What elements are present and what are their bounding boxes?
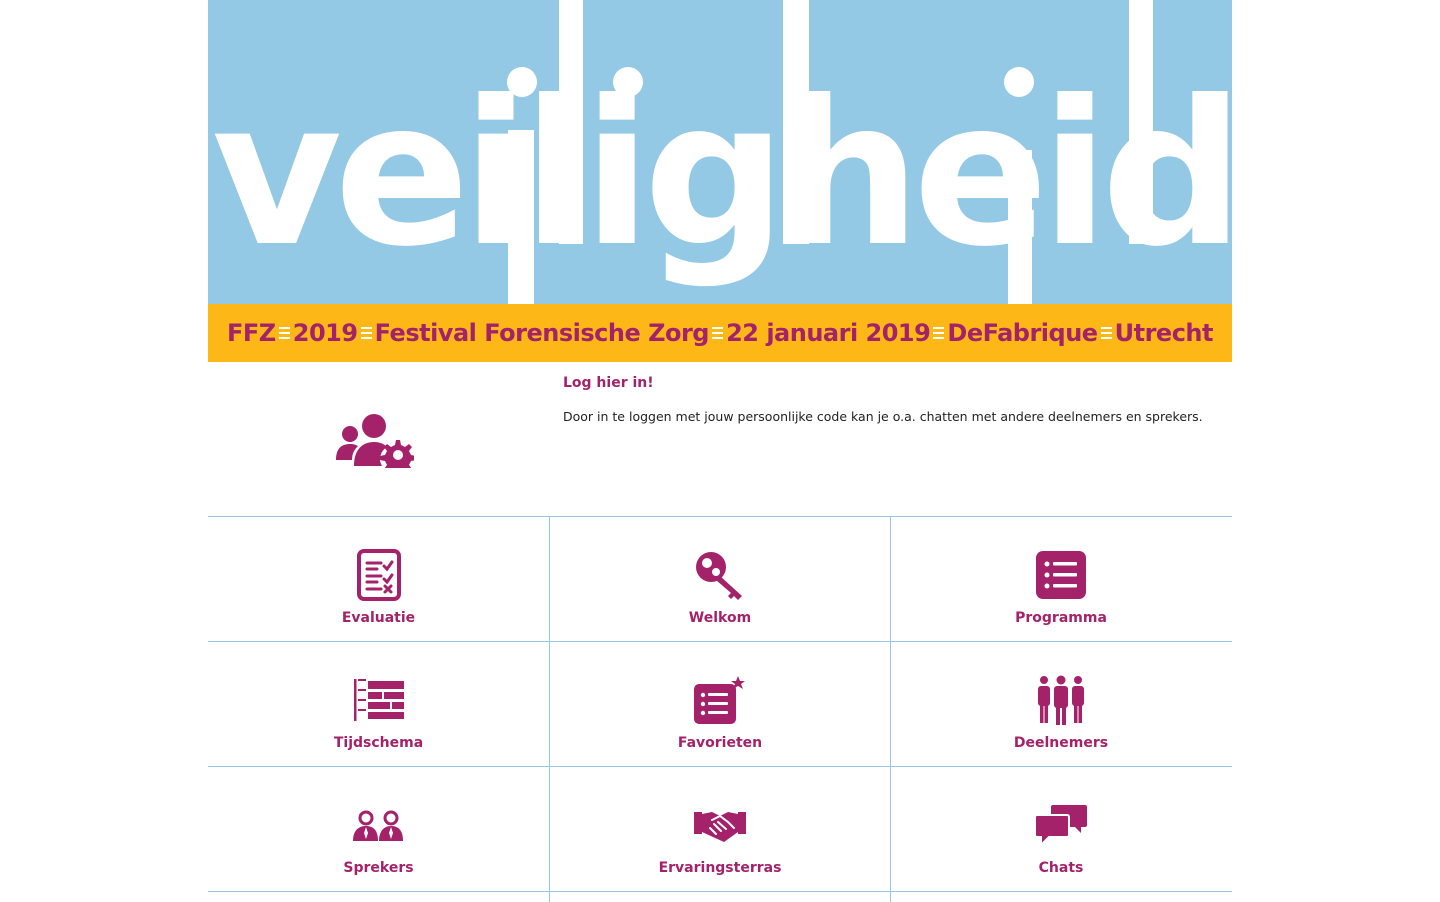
festival-band: FFZ 2019 Festival Forensische Zorg 22 ja… [208, 304, 1232, 362]
separator-icon [360, 327, 372, 339]
chat-icon [1031, 797, 1091, 853]
handshake-icon [690, 797, 750, 853]
hero-banner: veiligheid [208, 0, 1232, 304]
tile-ervaringsterras[interactable]: Ervaringsterras [549, 767, 890, 891]
people-icon [1031, 672, 1091, 728]
login-section[interactable]: Log hier in! Door in te loggen met jouw … [208, 362, 1232, 516]
band-item-festival: Festival Forensische Zorg [374, 319, 710, 347]
tile-next[interactable] [208, 892, 549, 902]
tile-label: Welkom [688, 610, 752, 626]
tile-chats[interactable]: Chats [890, 767, 1231, 891]
separator-icon [1100, 327, 1112, 339]
band-item-year: 2019 [292, 319, 358, 347]
key-icon [690, 547, 750, 603]
users-gear-icon[interactable] [336, 412, 416, 476]
band-item-date: 22 januari 2019 [726, 319, 931, 347]
tile-label: Deelnemers [1013, 735, 1109, 751]
list-icon [1031, 547, 1091, 603]
tile-next[interactable] [890, 892, 1231, 902]
tile-sprekers[interactable]: Sprekers [208, 767, 549, 891]
tile-tijdschema[interactable]: Tijdschema [208, 642, 549, 766]
band-item-city: Utrecht [1114, 319, 1214, 347]
page: veiligheid FFZ 2019 Festival Forensische… [208, 0, 1232, 902]
tile-programma[interactable]: Programma [890, 517, 1231, 641]
tile-label: Favorieten [677, 735, 763, 751]
tile-next[interactable] [549, 892, 890, 902]
separator-icon [712, 327, 724, 339]
login-title[interactable]: Log hier in! [563, 375, 654, 391]
separator-icon [933, 327, 945, 339]
menu-row [208, 892, 1232, 902]
menu-row: Tijdschema Favorieten Deelnemers [208, 642, 1232, 767]
favorite-list-icon [690, 672, 750, 728]
hero-word: veiligheid [212, 58, 1232, 291]
separator-icon [278, 327, 290, 339]
schedule-icon [349, 672, 409, 728]
menu-row: Evaluatie Welkom Programma [208, 517, 1232, 642]
tile-deelnemers[interactable]: Deelnemers [890, 642, 1231, 766]
tile-welkom[interactable]: Welkom [549, 517, 890, 641]
checklist-icon [349, 547, 409, 603]
band-item-venue: DeFabrique [947, 319, 1098, 347]
band-item-ffz: FFZ [227, 319, 276, 347]
tile-label: Evaluatie [341, 610, 416, 626]
tile-label: Sprekers [343, 860, 414, 876]
speakers-icon [349, 797, 409, 853]
tile-label: Ervaringsterras [658, 860, 782, 876]
menu-row: Sprekers Ervaringsterras Chats [208, 767, 1232, 892]
tile-label: Programma [1015, 610, 1107, 626]
menu-grid: Evaluatie Welkom Programma Tijdschema Fa… [208, 516, 1232, 902]
tile-evaluatie[interactable]: Evaluatie [208, 517, 549, 641]
tile-label: Chats [1038, 860, 1084, 876]
tile-label: Tijdschema [333, 735, 424, 751]
hero-artwork: veiligheid [212, 0, 1232, 304]
login-description: Door in te loggen met jouw persoonlijke … [563, 409, 1203, 424]
tile-favorieten[interactable]: Favorieten [549, 642, 890, 766]
